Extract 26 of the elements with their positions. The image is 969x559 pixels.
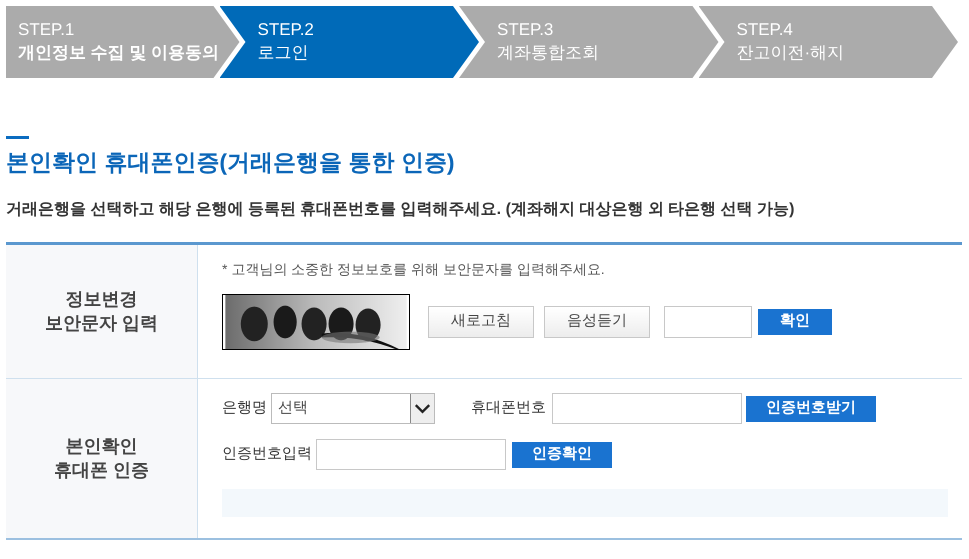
step-title: 로그인 [258,42,308,64]
refresh-button[interactable]: 새로고침 [428,306,534,338]
step-title: 개인정보 수집 및 이용동의 [18,42,220,64]
section-heading: 본인확인 휴대폰인증(거래은행을 통한 인증) [6,148,454,177]
step-title: 계좌통합조회 [497,42,599,64]
code-label: 인증번호입력 [222,444,312,464]
security-note: * 고객님의 소중한 정보보호를 위해 보안문자를 입력해주세요. [222,260,605,278]
bank-select[interactable]: 선택 [271,393,435,424]
verify-button[interactable]: 인증확인 [512,442,612,468]
dropdown-icon [410,394,434,423]
code-input[interactable] [316,439,506,470]
step-number: STEP.4 [736,19,793,41]
phone-input[interactable] [552,393,742,424]
row-label: 정보변경 보안문자 입력 [44,288,158,335]
phone-label: 휴대폰번호 [471,398,546,418]
instruction-text: 거래은행을 선택하고 해당 은행에 등록된 휴대폰번호를 입력해주세요. (계좌해지 대상은행 외 타은행 선택 가능) [6,200,794,220]
request-code-button[interactable]: 인증번호받기 [746,396,876,422]
bank-label: 은행명 [222,398,267,418]
step-number: STEP.3 [497,19,554,41]
audio-button[interactable]: 음성듣기 [544,306,650,338]
step-number: STEP.1 [18,19,74,41]
step-title: 잔고이전·해지 [736,42,844,64]
row-label: 본인확인 휴대폰 인증 [54,435,149,482]
step-number: STEP.2 [258,19,314,41]
captcha-input[interactable] [664,306,752,338]
confirm-button[interactable]: 확인 [758,308,832,334]
